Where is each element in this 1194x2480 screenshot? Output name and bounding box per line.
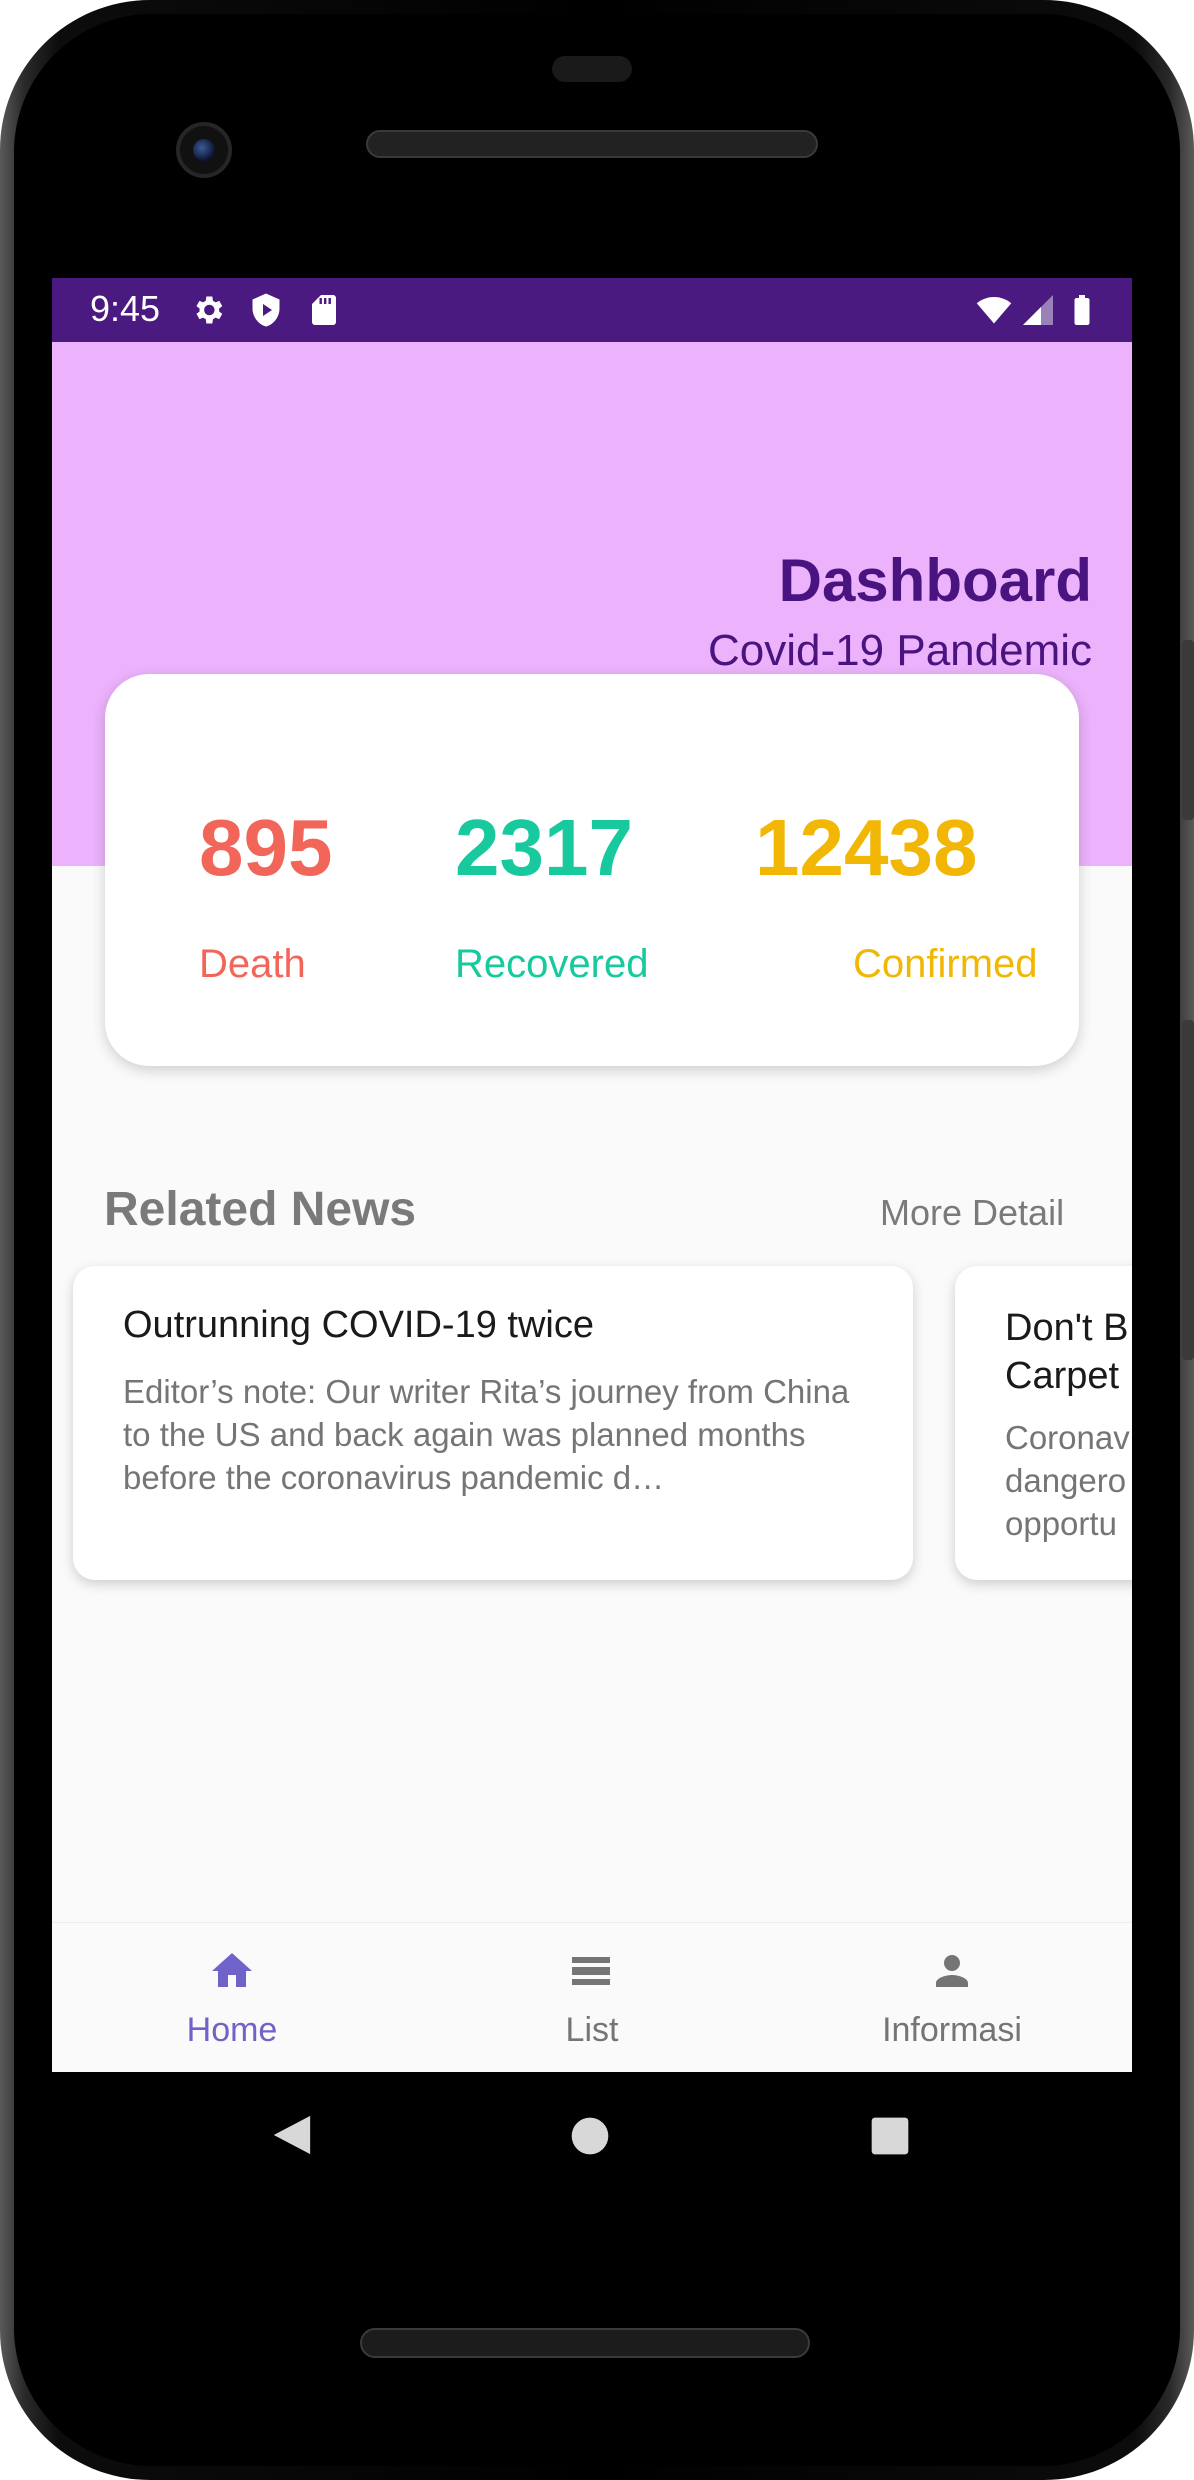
news-excerpt: Coronav dangero opportu — [1005, 1416, 1132, 1545]
status-time: 9:45 — [90, 288, 161, 329]
home-circle-icon[interactable] — [570, 2116, 610, 2156]
list-icon — [572, 1957, 610, 1985]
front-camera-icon — [176, 122, 232, 178]
status-bar: 9:45 — [52, 278, 1132, 342]
signal-icon — [1023, 295, 1053, 325]
nav-list-label: List — [565, 2011, 619, 2049]
top-speaker — [366, 130, 818, 158]
news-title-line: Carpet — [1005, 1355, 1120, 1397]
news-title-line: Don't B — [1005, 1307, 1129, 1349]
gear-icon — [196, 296, 223, 324]
more-detail-link[interactable]: More Detail — [880, 1192, 1064, 1234]
news-excerpt-line: Coronav — [1005, 1419, 1130, 1456]
nav-informasi-label: Informasi — [882, 2011, 1022, 2049]
power-button — [1182, 640, 1194, 820]
confirmed-label: Confirmed — [853, 942, 1038, 986]
wifi-icon — [976, 296, 1012, 324]
shield-icon — [252, 293, 280, 327]
person-icon — [936, 1955, 968, 1987]
app-screen: 9:45 Dashboard Covid-19 Pandemic 895 Dea… — [52, 278, 1132, 2072]
news-title: Outrunning COVID-19 twice — [123, 1304, 594, 1346]
news-card[interactable]: Outrunning COVID-19 twice Editor’s note:… — [73, 1266, 913, 1580]
nav-home-label: Home — [186, 2011, 278, 2049]
volume-button — [1182, 1020, 1194, 1360]
news-title: Don't B Carpet — [1005, 1304, 1132, 1400]
page-title: Dashboard — [778, 547, 1092, 614]
back-icon[interactable] — [268, 2110, 314, 2160]
sd-card-icon — [312, 295, 336, 325]
stats-card: 895 Death 2317 Recovered 12438 Confirmed — [105, 674, 1079, 1066]
earpiece-sensor — [552, 56, 632, 82]
bottom-speaker — [360, 2328, 810, 2358]
death-label: Death — [199, 942, 306, 986]
nav-list[interactable]: List — [472, 1923, 712, 2072]
nav-home[interactable]: Home — [112, 1923, 352, 2072]
news-card[interactable]: Don't B Carpet Coronav dangero opportu — [955, 1266, 1132, 1580]
recovered-label: Recovered — [455, 942, 649, 986]
recents-icon[interactable] — [870, 2116, 910, 2156]
related-news-heading: Related News — [104, 1183, 417, 1236]
death-count: 895 — [199, 803, 333, 892]
home-icon — [212, 1953, 252, 1987]
recovered-count: 2317 — [455, 803, 633, 892]
confirmed-count: 12438 — [755, 803, 978, 892]
news-excerpt-line: opportu — [1005, 1505, 1117, 1542]
page-subtitle: Covid-19 Pandemic — [708, 626, 1092, 675]
nav-informasi[interactable]: Informasi — [832, 1923, 1072, 2072]
bottom-navigation: Home List Informasi — [52, 1922, 1132, 2072]
phone-frame: 9:45 Dashboard Covid-19 Pandemic 895 Dea… — [0, 0, 1194, 2480]
news-excerpt: Editor’s note: Our writer Rita’s journey… — [123, 1373, 850, 1496]
battery-icon — [1074, 295, 1090, 325]
news-excerpt-line: dangero — [1005, 1462, 1127, 1499]
